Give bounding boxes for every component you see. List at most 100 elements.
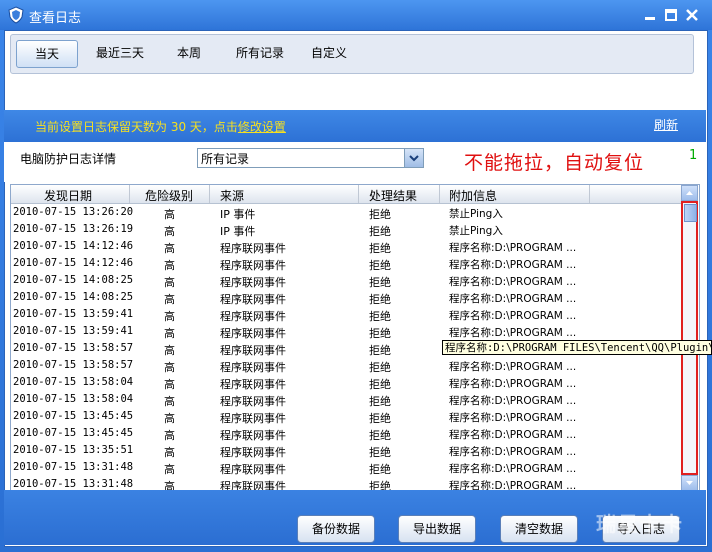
cell-date: 2010-07-15 13:31:48 <box>13 461 134 473</box>
title-bar[interactable]: 查看日志 <box>0 0 712 30</box>
cell-level: 高 <box>164 310 175 323</box>
table-row[interactable]: 2010-07-15 14:12:46 高 程序联网事件 拒绝 程序名称:D:\PROG… <box>11 238 681 255</box>
cell-source: 程序联网事件 <box>220 446 286 459</box>
column-header-level[interactable]: 危险级别 <box>145 187 193 204</box>
cell-date: 2010-07-15 13:59:41 <box>13 325 134 337</box>
tab-this-week[interactable]: 本周 <box>166 40 212 66</box>
cell-result: 拒绝 <box>369 327 391 340</box>
table-row[interactable]: 2010-07-15 14:12:46 高 程序联网事件 拒绝 程序名称:D:\PROG… <box>11 255 681 272</box>
cell-result: 拒绝 <box>369 412 391 425</box>
table-row[interactable]: 2010-07-15 13:26:19 高 IP 事件 拒绝 禁止Ping入 <box>11 221 681 238</box>
tab-custom[interactable]: 自定义 <box>304 40 354 66</box>
cell-source: 程序联网事件 <box>220 344 286 357</box>
cell-result: 拒绝 <box>369 378 391 391</box>
column-divider[interactable] <box>439 185 440 203</box>
table-row[interactable]: 2010-07-15 13:58:57 高 程序联网事件 拒绝 程序名称:D:\PROG… <box>11 357 681 374</box>
clear-data-button[interactable]: 清空数据 <box>500 515 578 543</box>
cell-result: 拒绝 <box>369 446 391 459</box>
cell-info: 程序名称:D:\PROGRAM ... <box>449 463 577 475</box>
vertical-scrollbar[interactable] <box>681 185 698 491</box>
column-divider[interactable] <box>209 185 210 203</box>
cell-level: 高 <box>164 259 175 272</box>
tab-today[interactable]: 当天 <box>16 40 78 68</box>
cell-info: 程序名称:D:\PROGRAM ... <box>449 446 577 458</box>
cell-date: 2010-07-15 13:31:48 <box>13 478 134 490</box>
column-header-info[interactable]: 附加信息 <box>449 187 497 204</box>
cell-result: 拒绝 <box>369 208 391 221</box>
scroll-down-button[interactable] <box>681 475 698 491</box>
cell-info: 禁止Ping入 <box>449 208 503 220</box>
cell-source: 程序联网事件 <box>220 259 286 272</box>
cell-date: 2010-07-15 13:26:20 <box>13 206 134 218</box>
table-row[interactable]: 2010-07-15 14:08:25 高 程序联网事件 拒绝 程序名称:D:\PROG… <box>11 289 681 306</box>
cell-info: 程序名称:D:\PROGRAM ... <box>449 412 577 424</box>
retention-info-bar: 当前设置日志保留天数为 30 天，点击修改设置 刷新 <box>4 110 706 142</box>
cell-source: 程序联网事件 <box>220 242 286 255</box>
cell-level: 高 <box>164 446 175 459</box>
cell-info: 程序名称:D:\PROGRAM ... <box>449 276 577 288</box>
cell-info: 程序名称:D:\PROGRAM ... <box>449 361 577 373</box>
cell-level: 高 <box>164 225 175 238</box>
column-divider[interactable] <box>129 185 130 203</box>
table-row[interactable]: 2010-07-15 13:26:20 高 IP 事件 拒绝 禁止Ping入 <box>11 204 681 221</box>
cell-date: 2010-07-15 13:58:04 <box>13 376 134 388</box>
table-row[interactable]: 2010-07-15 13:59:41 高 程序联网事件 拒绝 程序名称:D:\PROG… <box>11 306 681 323</box>
cell-result: 拒绝 <box>369 463 391 476</box>
cell-date: 2010-07-15 14:12:46 <box>13 240 134 252</box>
table-row[interactable]: 2010-07-15 14:08:25 高 程序联网事件 拒绝 程序名称:D:\PROG… <box>11 272 681 289</box>
cell-result: 拒绝 <box>369 361 391 374</box>
table-row[interactable]: 2010-07-15 13:35:51 高 程序联网事件 拒绝 程序名称:D:\PROG… <box>11 442 681 459</box>
column-divider[interactable] <box>358 185 359 203</box>
log-type-selected: 所有记录 <box>201 152 250 166</box>
log-table: 发现日期 危险级别 来源 处理结果 附加信息 2010-07-15 13:26:… <box>10 184 700 492</box>
column-header-result[interactable]: 处理结果 <box>369 187 417 204</box>
cell-info: 程序名称:D:\PROGRAM ... <box>449 395 577 407</box>
log-type-select[interactable]: 所有记录 <box>197 148 424 168</box>
watermark: 瑞星卡卡 <box>596 512 684 536</box>
scrollbar-thumb[interactable] <box>684 204 697 222</box>
backup-data-button[interactable]: 备份数据 <box>297 515 375 543</box>
cell-info: 程序名称:D:\PROGRAM ... <box>449 378 577 390</box>
cell-source: 程序联网事件 <box>220 378 286 391</box>
chevron-down-icon <box>409 155 419 162</box>
window-title: 查看日志 <box>29 11 82 26</box>
cell-info: 程序名称:D:\PROGRAM ... <box>449 259 577 271</box>
close-icon[interactable] <box>685 8 699 22</box>
tab-last-three-days[interactable]: 最近三天 <box>85 40 155 66</box>
table-row[interactable]: 2010-07-15 13:58:04 高 程序联网事件 拒绝 程序名称:D:\PROG… <box>11 374 681 391</box>
cell-source: 程序联网事件 <box>220 395 286 408</box>
table-header: 发现日期 危险级别 来源 处理结果 附加信息 <box>11 185 681 204</box>
modify-settings-link[interactable]: 修改设置 <box>238 120 286 134</box>
arrow-down-icon <box>686 481 693 485</box>
cell-level: 高 <box>164 378 175 391</box>
table-row[interactable]: 2010-07-15 13:58:04 高 程序联网事件 拒绝 程序名称:D:\PROG… <box>11 391 681 408</box>
scrollbar-track[interactable] <box>681 201 698 475</box>
cell-source: IP 事件 <box>220 225 256 238</box>
cell-source: 程序联网事件 <box>220 463 286 476</box>
dropdown-button[interactable] <box>404 149 423 167</box>
column-divider[interactable] <box>589 185 590 203</box>
column-header-date[interactable]: 发现日期 <box>44 187 92 204</box>
tab-all-records[interactable]: 所有记录 <box>225 40 295 66</box>
retention-info-text: 当前设置日志保留天数为 30 天，点击 <box>35 120 238 134</box>
cell-date: 2010-07-15 13:58:57 <box>13 342 134 354</box>
cell-source: 程序联网事件 <box>220 310 286 323</box>
maximize-icon[interactable] <box>664 8 678 22</box>
refresh-link[interactable]: 刷新 <box>654 116 678 133</box>
column-header-source[interactable]: 来源 <box>220 187 244 204</box>
scroll-up-button[interactable] <box>681 185 698 201</box>
table-row[interactable]: 2010-07-15 13:31:48 高 程序联网事件 拒绝 程序名称:D:\PROG… <box>11 459 681 476</box>
cell-level: 高 <box>164 361 175 374</box>
cell-level: 高 <box>164 429 175 442</box>
cell-result: 拒绝 <box>369 225 391 238</box>
table-row[interactable]: 2010-07-15 13:45:45 高 程序联网事件 拒绝 程序名称:D:\PROG… <box>11 425 681 442</box>
export-data-button[interactable]: 导出数据 <box>398 515 476 543</box>
minimize-icon[interactable] <box>643 8 657 22</box>
table-row[interactable]: 2010-07-15 13:45:45 高 程序联网事件 拒绝 程序名称:D:\PROG… <box>11 408 681 425</box>
table-row[interactable]: 2010-07-15 13:59:41 高 程序联网事件 拒绝 程序名称:D:\PROG… <box>11 323 681 340</box>
cell-result: 拒绝 <box>369 293 391 306</box>
cell-date: 2010-07-15 13:58:04 <box>13 393 134 405</box>
cell-info: 程序名称:D:\PROGRAM ... <box>449 293 577 305</box>
filter-row: 电脑防护日志详情 所有记录 不能拖拉，自动复位 1 <box>4 142 706 182</box>
cell-date: 2010-07-15 13:59:41 <box>13 308 134 320</box>
